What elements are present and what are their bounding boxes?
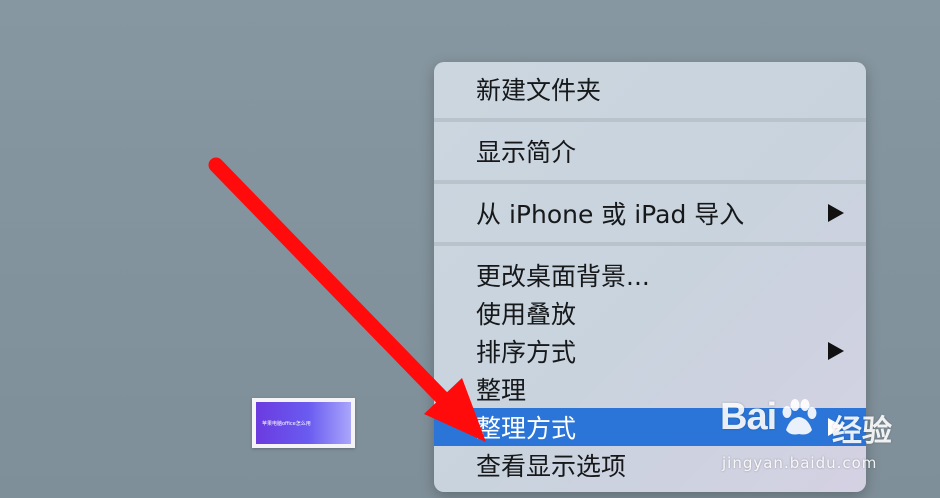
watermark-url: jingyan.baidu.com (722, 454, 878, 472)
menu-item-label: 从 iPhone 或 iPad 导入 (476, 200, 745, 229)
desktop-file-thumbnail[interactable]: 苹果电脑office怎么用 (252, 398, 355, 448)
menu-item-label: 排序方式 (476, 338, 577, 367)
thumbnail-image: 苹果电脑office怎么用 (256, 402, 351, 444)
menu-separator (434, 118, 866, 122)
paw-icon (782, 399, 817, 435)
menu-item-label: 显示简介 (476, 138, 577, 167)
submenu-arrow-icon (828, 204, 844, 222)
baidu-jingyan-label: 经验 (832, 414, 892, 449)
baidu-logo-text: Bai (720, 396, 777, 438)
menu-item-sort-by[interactable]: 排序方式 (434, 332, 866, 370)
thumbnail-caption: 苹果电脑office怎么用 (262, 420, 311, 427)
menu-item-label: 更改桌面背景... (476, 262, 650, 291)
menu-item-get-info[interactable]: 显示简介 (434, 132, 866, 170)
submenu-arrow-icon (828, 342, 844, 360)
menu-item-use-stacks[interactable]: 使用叠放 (434, 294, 866, 332)
menu-separator (434, 180, 866, 184)
menu-item-label: 新建文件夹 (476, 76, 602, 105)
menu-item-label: 使用叠放 (476, 300, 577, 329)
menu-item-label: 查看显示选项 (476, 452, 627, 481)
baidu-watermark: Bai 经验 jingyan.baidu.com (720, 396, 930, 486)
menu-item-new-folder[interactable]: 新建文件夹 (434, 70, 866, 108)
menu-item-change-wallpaper[interactable]: 更改桌面背景... (434, 256, 866, 294)
arrow-shaft (208, 157, 460, 416)
menu-item-label: 整理方式 (476, 414, 577, 443)
menu-item-import-from-iphone[interactable]: 从 iPhone 或 iPad 导入 (434, 194, 866, 232)
menu-separator (434, 242, 866, 246)
menu-item-label: 整理 (476, 376, 527, 405)
